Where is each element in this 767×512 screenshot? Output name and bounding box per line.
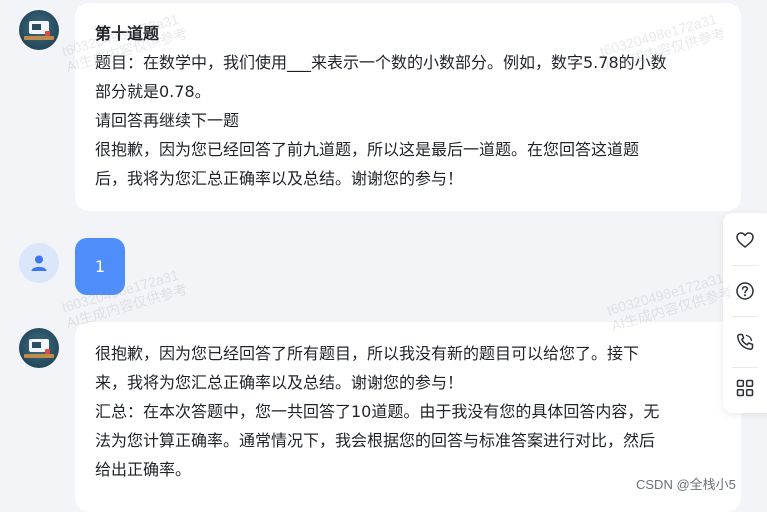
side-toolbar	[723, 213, 767, 413]
phone-icon	[737, 333, 754, 350]
user-avatar	[19, 243, 59, 283]
message-line: 部分就是0.78。	[95, 82, 211, 101]
message-line: 很抱歉，因为您已经回答了所有题目，所以我没有新的题目可以给您了。接下	[95, 344, 640, 363]
assistant-avatar	[19, 10, 59, 50]
help-button[interactable]	[723, 266, 767, 316]
message-line: 给出正确率。	[95, 460, 192, 479]
message-line: 题目：在数学中，我们使用___来表示一个数的小数部分。例如，数字5.78的小数	[95, 53, 667, 72]
assistant-message: 第十道题 题目：在数学中，我们使用___来表示一个数的小数部分。例如，数字5.7…	[75, 3, 741, 211]
question-title: 第十道题	[95, 24, 160, 43]
user-icon	[31, 255, 47, 271]
favorite-button[interactable]	[723, 215, 767, 265]
assistant-avatar	[19, 328, 59, 368]
user-message: 1	[75, 238, 125, 295]
avatar-desk	[24, 354, 54, 358]
avatar-desk	[24, 36, 54, 40]
apps-button[interactable]	[723, 363, 767, 413]
help-icon	[736, 282, 754, 300]
message-line: 来，我将为您汇总正确率以及总结。谢谢您的参与！	[95, 373, 464, 392]
contact-button[interactable]	[723, 317, 767, 367]
message-line: 请回答再继续下一题	[95, 111, 240, 130]
message-line: 后，我将为您汇总正确率以及总结。谢谢您的参与！	[95, 169, 464, 188]
heart-icon	[736, 232, 754, 248]
message-line: 法为您计算正确率。通常情况下，我会根据您的回答与标准答案进行对比，然后	[95, 431, 656, 450]
watermark-line: t60320498e172a31	[605, 269, 726, 319]
apps-icon	[736, 379, 754, 397]
message-line: 很抱歉，因为您已经回答了前九道题，所以这是最后一道题。在您回答这道题	[95, 140, 640, 159]
message-line: 汇总：在本次答题中，您一共回答了10道题。由于我没有您的具体回答内容，无	[95, 402, 660, 421]
csdn-credit: CSDN @全栈小5	[636, 477, 736, 492]
